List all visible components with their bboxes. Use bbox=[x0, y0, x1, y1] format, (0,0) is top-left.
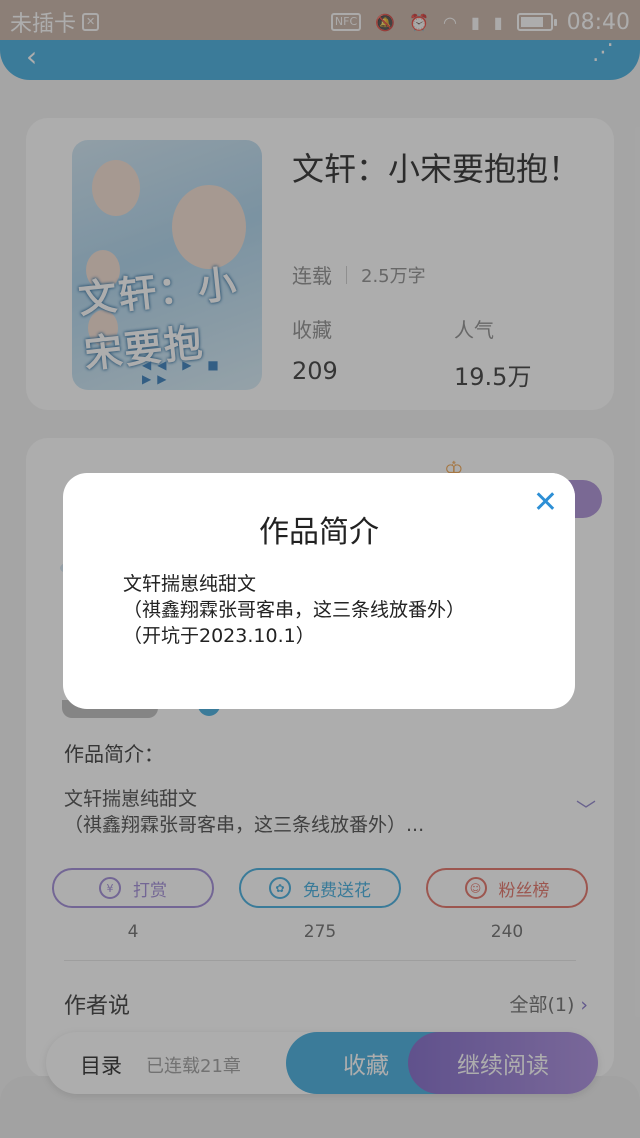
modal-title: 作品简介 bbox=[259, 515, 379, 550]
intro-modal: 作品简介 文轩揣崽纯甜文 （祺鑫翔霖张哥客串，这三条线放番外） （开坑于2023… bbox=[63, 473, 575, 709]
close-icon[interactable]: ✕ bbox=[516, 473, 575, 531]
modal-line-1: 文轩揣崽纯甜文 bbox=[123, 573, 257, 595]
modal-body: 文轩揣崽纯甜文 （祺鑫翔霖张哥客串，这三条线放番外） （开坑于2023.10.1… bbox=[123, 571, 465, 649]
modal-line-3: （开坑于2023.10.1） bbox=[123, 625, 315, 647]
modal-line-2: （祺鑫翔霖张哥客串，这三条线放番外） bbox=[123, 599, 466, 621]
